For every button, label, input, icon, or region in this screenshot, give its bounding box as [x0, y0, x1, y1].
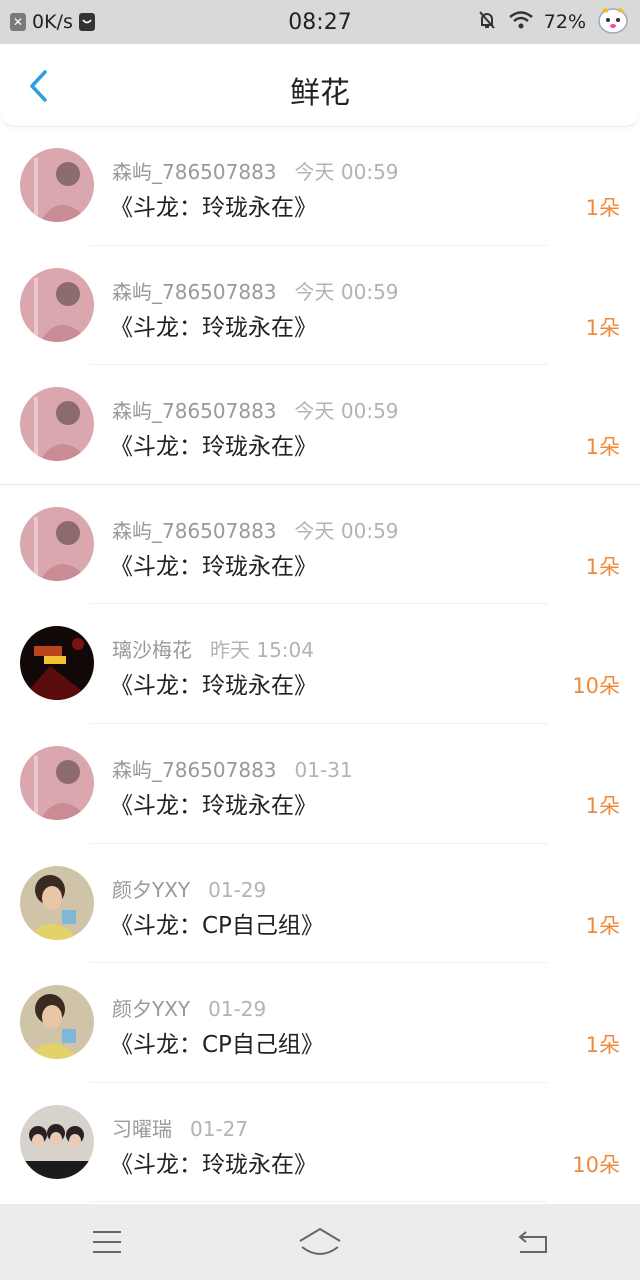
list-item[interactable]: 森屿_786507883 今天 00:59 《斗龙：玲珑永在》 1朵	[0, 365, 640, 485]
flower-count: 1朵	[585, 1033, 620, 1058]
menu-icon	[92, 1231, 121, 1253]
book-title[interactable]: 《斗龙：玲珑永在》	[110, 308, 317, 342]
book-title[interactable]: 《斗龙：玲珑永在》	[110, 547, 317, 581]
flower-count: 1朵	[585, 196, 620, 220]
gift-time: 01-29	[208, 997, 267, 1022]
avatar[interactable]	[20, 985, 94, 1060]
notification-icon	[78, 13, 95, 31]
page-title: 鲜花	[290, 76, 350, 111]
avatar[interactable]	[20, 387, 94, 462]
divider	[90, 1201, 548, 1203]
book-title[interactable]: 《斗龙：玲珑永在》	[110, 188, 317, 222]
flower-count: 10朵	[572, 1152, 620, 1177]
flower-count: 10朵	[572, 674, 620, 699]
flower-count: 1朵	[585, 913, 620, 938]
book-title[interactable]: 《斗龙：CP自己组》	[110, 1025, 324, 1059]
gift-time: 今天 00:59	[294, 279, 399, 304]
status-left: ✕ 0K/s	[10, 11, 210, 33]
user-name[interactable]: 森屿_786507883	[112, 280, 277, 304]
flower-list: 森屿_786507883 今天 00:59 《斗龙：玲珑永在》 1朵 森屿_786…	[0, 126, 640, 1203]
gift-time: 01-31	[294, 757, 353, 782]
flower-count: 1朵	[585, 554, 620, 579]
wifi-icon	[508, 10, 534, 35]
status-right: 72%	[430, 5, 630, 40]
user-name[interactable]: 森屿_786507883	[112, 399, 277, 423]
status-time: 08:27	[288, 9, 352, 35]
back-icon	[518, 1231, 548, 1253]
flower-count: 1朵	[585, 793, 620, 818]
user-name[interactable]: 森屿_786507883	[112, 519, 277, 543]
avatar[interactable]	[20, 506, 94, 581]
avatar[interactable]	[20, 626, 94, 701]
list-item[interactable]: 森屿_786507883 今天 00:59 《斗龙：玲珑永在》 1朵	[0, 485, 640, 605]
list-item[interactable]: 颜夕YXY 01-29 《斗龙：CP自己组》 1朵	[0, 963, 640, 1083]
back-nav-button[interactable]	[503, 1212, 563, 1272]
book-title[interactable]: 《斗龙：CP自己组》	[110, 906, 324, 940]
list-item[interactable]: 森屿_786507883 01-31 《斗龙：玲珑永在》 1朵	[0, 724, 640, 844]
user-name[interactable]: 颜夕YXY	[112, 878, 190, 902]
close-badge-icon: ✕	[10, 13, 26, 31]
list-item[interactable]: 璃沙梅花 昨天 15:04 《斗龙：玲珑永在》 10朵	[0, 604, 640, 724]
gift-time: 今天 00:59	[294, 399, 399, 424]
gift-time: 昨天 15:04	[210, 638, 314, 663]
book-title[interactable]: 《斗龙：玲珑永在》	[110, 1145, 317, 1179]
user-name[interactable]: 璃沙梅花	[112, 638, 192, 662]
gift-time: 今天 00:59	[294, 518, 399, 543]
mute-bell-icon	[476, 9, 498, 36]
status-bar: ✕ 0K/s 08:27 72%	[0, 0, 640, 44]
gift-time: 今天 00:59	[294, 160, 399, 184]
list-item[interactable]: 颜夕YXY 01-29 《斗龙：CP自己组》 1朵	[0, 844, 640, 964]
user-name[interactable]: 森屿_786507883	[112, 758, 277, 782]
book-title[interactable]: 《斗龙：玲珑永在》	[110, 666, 317, 700]
list-item[interactable]: 森屿_786507883 今天 00:59 《斗龙：玲珑永在》 1朵	[0, 126, 640, 246]
list-item[interactable]: 习曜瑞 01-27 《斗龙：玲珑永在》 10朵	[0, 1083, 640, 1203]
user-name[interactable]: 森屿_786507883	[112, 160, 277, 184]
app-header: 鲜花	[0, 44, 640, 127]
system-navbar	[0, 1204, 640, 1280]
avatar[interactable]	[20, 148, 94, 222]
avatar[interactable]	[20, 865, 94, 940]
home-icon	[299, 1227, 341, 1255]
avatar[interactable]	[20, 267, 94, 342]
network-speed: 0K/s	[32, 11, 73, 33]
user-name[interactable]: 习曜瑞	[112, 1117, 172, 1141]
avatar[interactable]	[20, 745, 94, 820]
user-name[interactable]: 颜夕YXY	[112, 997, 190, 1021]
battery-level: 72%	[543, 11, 586, 33]
flower-count: 1朵	[585, 435, 620, 460]
book-title[interactable]: 《斗龙：玲珑永在》	[110, 786, 317, 820]
book-title[interactable]: 《斗龙：玲珑永在》	[110, 427, 317, 461]
gift-time: 01-27	[190, 1116, 249, 1141]
flower-count: 1朵	[585, 315, 620, 340]
list-item[interactable]: 森屿_786507883 今天 00:59 《斗龙：玲珑永在》 1朵	[0, 246, 640, 366]
gift-time: 01-29	[208, 877, 267, 902]
mascot-icon	[596, 5, 630, 40]
avatar[interactable]	[20, 1104, 94, 1179]
home-button[interactable]	[290, 1212, 350, 1272]
menu-button[interactable]	[77, 1212, 137, 1272]
